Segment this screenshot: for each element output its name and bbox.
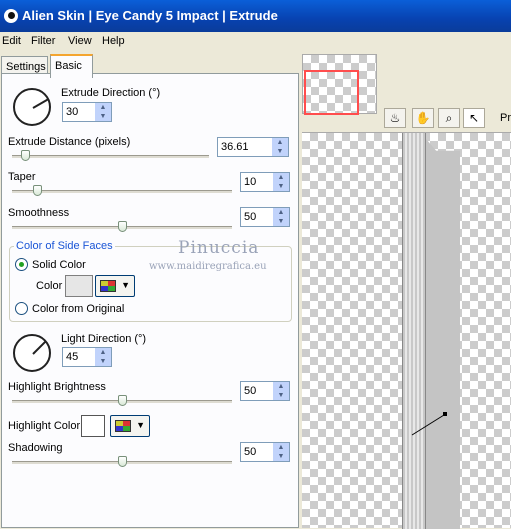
highlight-color-palette-button[interactable]: ▼ xyxy=(110,415,150,437)
light-direction-dial[interactable] xyxy=(13,334,51,372)
app-icon xyxy=(4,9,18,23)
watermark-url: www.maidiregrafica.eu xyxy=(149,261,267,272)
light-direction-value: 45 xyxy=(66,351,79,363)
highlight-brightness-label: Highlight Brightness xyxy=(8,381,106,393)
watermark-name: Pinuccia xyxy=(178,238,260,258)
smoothness-slider[interactable] xyxy=(12,219,232,235)
navigator-thumbnail[interactable] xyxy=(302,54,377,115)
hand-icon[interactable]: ✋ xyxy=(412,108,434,128)
spin-down-icon[interactable]: ▼ xyxy=(273,391,289,400)
menu-view[interactable]: View xyxy=(68,35,92,47)
extruded-object-front xyxy=(402,133,426,529)
taper-slider[interactable] xyxy=(12,183,232,199)
highlight-brightness-slider[interactable] xyxy=(12,393,232,409)
spin-down-icon[interactable]: ▼ xyxy=(273,452,289,461)
tab-basic[interactable]: Basic xyxy=(50,54,93,78)
smoothness-label: Smoothness xyxy=(8,207,70,219)
shadowing-spinner[interactable]: 50 ▲ ▼ xyxy=(240,442,290,462)
preview-canvas[interactable] xyxy=(302,132,511,529)
taper-label: Taper xyxy=(8,171,36,183)
menu-help[interactable]: Help xyxy=(102,35,125,47)
spin-down-icon[interactable]: ▼ xyxy=(273,217,289,226)
extrude-direction-value: 30 xyxy=(66,106,79,118)
navigator-frame[interactable] xyxy=(304,70,359,115)
window-title: Alien Skin | Eye Candy 5 Impact | Extrud… xyxy=(22,8,278,23)
menu-filter[interactable]: Filter xyxy=(31,35,55,47)
spin-up-icon[interactable]: ▲ xyxy=(273,443,289,452)
spin-up-icon[interactable]: ▲ xyxy=(95,348,111,357)
highlight-color-swatch[interactable] xyxy=(81,415,105,437)
highlight-color-label: Highlight Color xyxy=(8,420,81,432)
light-direction-spinner[interactable]: 45 ▲ ▼ xyxy=(62,347,112,367)
taper-value: 10 xyxy=(244,176,257,188)
spin-down-icon[interactable]: ▼ xyxy=(95,112,111,121)
dropdown-arrow-icon: ▼ xyxy=(121,280,130,290)
preview-toggle-icon[interactable]: ♨ xyxy=(384,108,406,128)
color-from-original-radio[interactable] xyxy=(15,302,28,315)
extrude-direction-dial[interactable] xyxy=(13,88,51,126)
highlight-brightness-spinner[interactable]: 50 ▲ ▼ xyxy=(240,381,290,401)
direction-handle-icon[interactable] xyxy=(410,409,450,439)
menu-edit[interactable]: Edit xyxy=(2,35,21,47)
light-direction-label: Light Direction (°) xyxy=(61,333,147,345)
spin-up-icon[interactable]: ▲ xyxy=(95,103,111,112)
basic-panel: Extrude Direction (°) 30 ▲ ▼ Extrude Dist… xyxy=(1,73,299,528)
spin-up-icon[interactable]: ▲ xyxy=(273,173,289,182)
solid-color-label: Solid Color xyxy=(32,259,86,271)
color-from-original-label: Color from Original xyxy=(32,303,125,315)
slider-thumb[interactable] xyxy=(118,221,127,232)
spin-up-icon[interactable]: ▲ xyxy=(272,138,288,147)
taper-spinner[interactable]: 10 ▲ ▼ xyxy=(240,172,290,192)
menu-bar: Edit Filter View Help xyxy=(0,32,511,52)
pointer-icon[interactable]: ↖ xyxy=(463,108,485,128)
smoothness-value: 50 xyxy=(244,211,257,223)
spin-up-icon[interactable]: ▲ xyxy=(273,382,289,391)
palette-icon xyxy=(100,280,116,292)
shadowing-slider[interactable] xyxy=(12,454,232,470)
slider-thumb[interactable] xyxy=(118,456,127,467)
extrude-direction-spinner[interactable]: 30 ▲ ▼ xyxy=(62,102,112,122)
spin-down-icon[interactable]: ▼ xyxy=(272,147,288,156)
preview-label-truncated: Pr xyxy=(500,112,511,124)
extruded-object-side xyxy=(426,139,460,529)
shadowing-label: Shadowing xyxy=(8,442,63,454)
spin-down-icon[interactable]: ▼ xyxy=(95,357,111,366)
extrude-distance-spinner[interactable]: 36.61 ▲ ▼ xyxy=(217,137,289,157)
preview-area: ♨ ✋ ⌕ ↖ Pr xyxy=(300,52,511,529)
spin-up-icon[interactable]: ▲ xyxy=(273,208,289,217)
slider-thumb[interactable] xyxy=(33,185,42,196)
title-bar[interactable]: Alien Skin | Eye Candy 5 Impact | Extrud… xyxy=(0,0,511,32)
extrude-direction-label: Extrude Direction (°) xyxy=(61,87,161,99)
palette-icon xyxy=(115,420,131,432)
zoom-icon[interactable]: ⌕ xyxy=(438,108,460,128)
extrude-distance-slider[interactable] xyxy=(12,148,209,164)
slider-thumb[interactable] xyxy=(118,395,127,406)
solid-color-radio[interactable] xyxy=(15,258,28,271)
side-color-palette-button[interactable]: ▼ xyxy=(95,275,135,297)
side-faces-group-label: Color of Side Faces xyxy=(14,240,115,252)
side-color-swatch[interactable] xyxy=(65,275,93,297)
extrude-distance-value: 36.61 xyxy=(221,141,249,153)
slider-thumb[interactable] xyxy=(21,150,30,161)
spin-down-icon[interactable]: ▼ xyxy=(273,182,289,191)
side-color-label: Color xyxy=(36,280,63,292)
dropdown-arrow-icon: ▼ xyxy=(136,420,145,430)
smoothness-spinner[interactable]: 50 ▲ ▼ xyxy=(240,207,290,227)
shadowing-value: 50 xyxy=(244,446,257,458)
extrude-distance-label: Extrude Distance (pixels) xyxy=(8,136,131,148)
highlight-brightness-value: 50 xyxy=(244,385,257,397)
